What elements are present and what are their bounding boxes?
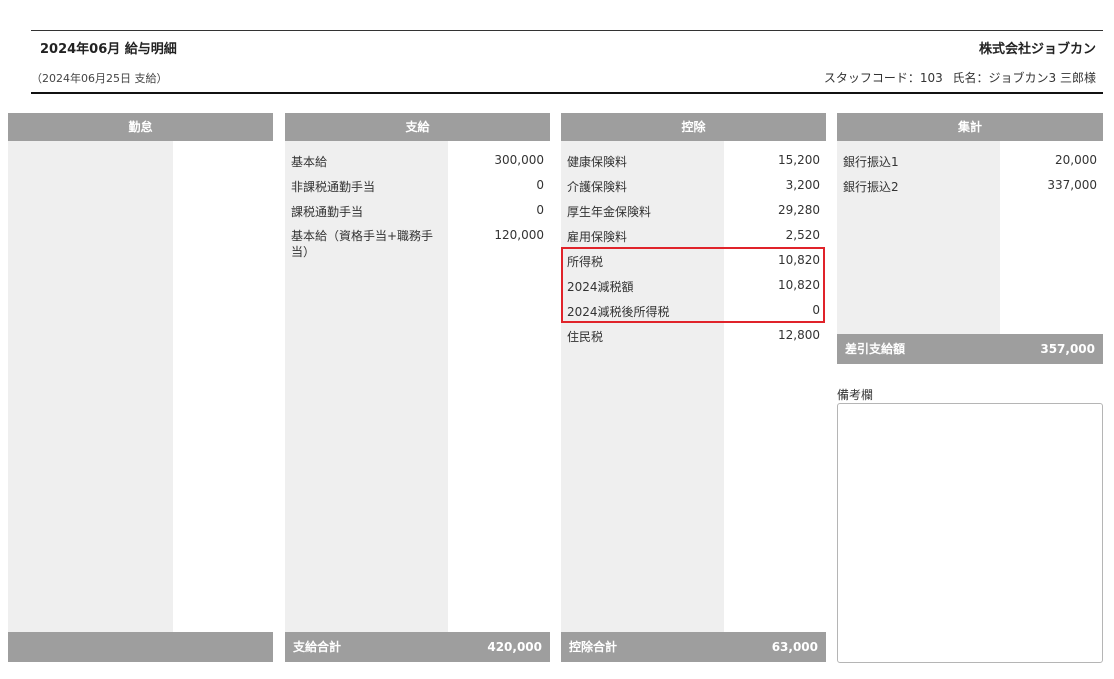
payments-header: 支給: [285, 113, 550, 141]
summary-value: 20,000: [1055, 153, 1097, 167]
net-pay-value: 357,000: [1040, 342, 1095, 356]
attendance-body: [8, 141, 273, 662]
payslip-title: 2024年06月 給与明細: [40, 42, 177, 57]
payment-value: 300,000: [494, 153, 544, 167]
summary-panel: 集計 銀行振込1 20,000 銀行振込2 337,000 差引支給額 357,…: [837, 113, 1103, 364]
tax-reduction-highlight: [561, 247, 825, 323]
header-bottom-rule: [31, 92, 1103, 94]
payment-label: 基本給: [291, 155, 328, 169]
deduction-label: 厚生年金保険料: [567, 205, 652, 219]
attendance-header: 勤怠: [8, 113, 273, 141]
payments-footer: 支給合計 420,000: [285, 632, 550, 662]
attendance-label-column: [8, 141, 173, 662]
deduction-value: 3,200: [785, 178, 820, 192]
deduction-label: 介護保険料: [567, 180, 628, 194]
deduction-value: 15,200: [778, 153, 820, 167]
deduction-label: 住民税: [567, 330, 604, 344]
remarks-label: 備考欄: [837, 388, 874, 402]
deductions-footer: 控除合計 63,000: [561, 632, 826, 662]
summary-header: 集計: [837, 113, 1103, 141]
deductions-header: 控除: [561, 113, 826, 141]
deductions-body: 健康保険料 15,200 介護保険料 3,200 厚生年金保険料 29,280 …: [561, 141, 826, 662]
payment-label-line1: 基本給（資格手当+職務手: [291, 229, 434, 243]
payments-total-value: 420,000: [487, 640, 542, 654]
deduction-value: 12,800: [778, 328, 820, 342]
staff-name: 氏名：ジョブカン3 三郎様: [952, 71, 1096, 85]
deductions-panel: 控除 健康保険料 15,200 介護保険料 3,200 厚生年金保険料 29,2…: [561, 113, 826, 662]
deduction-value: 29,280: [778, 203, 820, 217]
deduction-label: 雇用保険料: [567, 230, 628, 244]
payment-label: 課税通勤手当: [291, 205, 364, 219]
attendance-panel: 勤怠: [8, 113, 273, 662]
payments-panel: 支給 基本給 300,000 非課税通勤手当 0 課税通勤手当 0 基本給（資格…: [285, 113, 550, 662]
staff-info: スタッフコード：103 氏名：ジョブカン3 三郎様: [824, 69, 1096, 86]
remarks-box: [837, 403, 1103, 663]
header-top-rule: [31, 30, 1103, 31]
payment-label-line2: 当）: [291, 245, 316, 259]
payment-value: 0: [536, 203, 544, 217]
staff-code: スタッフコード：103: [823, 71, 943, 85]
payment-value: 120,000: [494, 228, 544, 242]
deductions-total-value: 63,000: [771, 640, 818, 654]
company-name: 株式会社ジョブカン: [978, 42, 1096, 57]
summary-label-column: [837, 141, 1000, 364]
deduction-value: 2,520: [785, 228, 820, 242]
summary-body: 銀行振込1 20,000 銀行振込2 337,000 差引支給額 357,000: [837, 141, 1103, 364]
pay-date: （2024年06月25日 支給）: [31, 72, 168, 85]
deduction-label: 健康保険料: [567, 155, 628, 169]
deductions-total-label: 控除合計: [569, 640, 618, 654]
summary-label: 銀行振込1: [843, 155, 899, 169]
payments-body: 基本給 300,000 非課税通勤手当 0 課税通勤手当 0 基本給（資格手当+…: [285, 141, 550, 662]
payment-label: 基本給（資格手当+職務手 当）: [291, 228, 433, 260]
attendance-footer: [8, 632, 273, 662]
payment-value: 0: [536, 178, 544, 192]
summary-value: 337,000: [1047, 178, 1097, 192]
payments-total-label: 支給合計: [293, 640, 342, 654]
summary-label: 銀行振込2: [843, 180, 899, 194]
payment-label: 非課税通勤手当: [291, 180, 376, 194]
summary-footer: 差引支給額 357,000: [837, 334, 1103, 364]
net-pay-label: 差引支給額: [845, 342, 906, 356]
